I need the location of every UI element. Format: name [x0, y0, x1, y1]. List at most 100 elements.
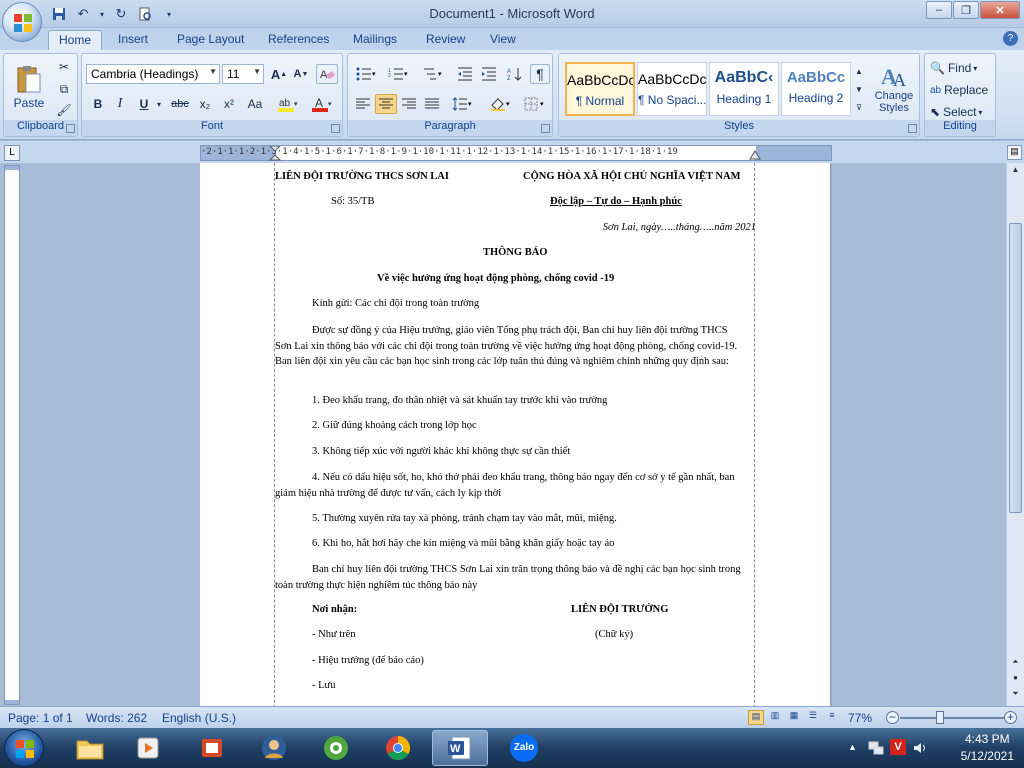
bullets-icon[interactable]: ▾ — [352, 64, 382, 84]
font-name-select[interactable]: Cambria (Headings) ▼ — [86, 64, 220, 84]
subscript-button[interactable]: x₂ — [194, 94, 216, 114]
indent-marker-icon[interactable] — [269, 146, 281, 161]
grow-font-button[interactable]: A ▲ — [268, 64, 290, 84]
line-spacing-icon[interactable]: ▾ — [448, 94, 478, 114]
taskbar-powerpoint[interactable] — [184, 730, 240, 766]
clock[interactable]: 4:43 PM 5/12/2021 — [961, 731, 1014, 765]
full-screen-reading-icon[interactable]: ▥ — [767, 710, 783, 725]
next-page-icon[interactable]: ⏷ — [1008, 689, 1023, 703]
sort-icon[interactable]: AZ — [504, 64, 526, 84]
tab-home[interactable]: Home — [48, 30, 103, 50]
copy-icon[interactable]: ⧉ — [54, 79, 74, 99]
vertical-scrollbar[interactable]: ▲ ⏶ ● ⏷ — [1006, 163, 1024, 706]
taskbar-word[interactable]: W — [432, 730, 488, 766]
align-left-icon[interactable] — [352, 94, 374, 114]
underline-button[interactable]: U — [134, 94, 154, 114]
taskbar-media-player[interactable] — [120, 730, 176, 766]
font-size-select[interactable]: 11 ▼ — [222, 64, 264, 84]
tab-mailings[interactable]: Mailings — [343, 30, 407, 50]
scroll-up-icon[interactable]: ▲ — [1008, 165, 1023, 179]
cut-icon[interactable]: ✂ — [54, 57, 74, 77]
tab-insert[interactable]: Insert — [108, 30, 158, 50]
find-button[interactable]: 🔍 Find ▾ — [929, 58, 993, 78]
styles-scroll-up-icon[interactable]: ▲ — [853, 62, 865, 80]
style-heading-1[interactable]: AaBbC‹ Heading 1 — [709, 62, 779, 116]
language[interactable]: English (U.S.) — [162, 711, 236, 725]
text-area[interactable]: LIÊN ĐỘI TRƯỜNG THCS SƠN LAI CỘNG HÒA XÃ… — [274, 163, 756, 706]
decrease-indent-icon[interactable] — [454, 64, 476, 84]
zoom-slider[interactable] — [900, 717, 1004, 719]
styles-scroll-down-icon[interactable]: ▼ — [853, 80, 865, 98]
select-browse-object-icon[interactable]: ● — [1008, 673, 1023, 687]
taskbar-explorer[interactable] — [62, 730, 118, 766]
document-page[interactable]: LIÊN ĐỘI TRƯỜNG THCS SƠN LAI CỘNG HÒA XÃ… — [200, 163, 830, 706]
tab-references[interactable]: References — [258, 30, 339, 50]
print-layout-icon[interactable]: ▤ — [748, 710, 764, 725]
align-right-icon[interactable] — [398, 94, 420, 114]
zoom-out-icon[interactable]: − — [886, 711, 899, 724]
borders-icon[interactable]: ▾ — [520, 94, 550, 114]
zoom-slider-thumb[interactable] — [936, 711, 944, 724]
style-heading-2[interactable]: AaBbCc Heading 2 — [781, 62, 851, 116]
multilevel-list-icon[interactable]: ▾ — [418, 64, 448, 84]
view-ruler-icon[interactable]: ▤ — [1007, 145, 1022, 160]
network-icon[interactable] — [868, 740, 884, 756]
horizontal-ruler[interactable]: ·2·1·1·1·2·1·3·1·4·1·5·1·6·1·7·1·8·1·9·1… — [200, 145, 832, 161]
shading-icon[interactable]: ▾ — [486, 94, 516, 114]
volume-icon[interactable] — [912, 740, 928, 756]
office-button[interactable] — [2, 2, 42, 42]
tab-page-layout[interactable]: Page Layout — [167, 30, 254, 50]
bold-button[interactable]: B — [88, 94, 108, 114]
styles-launcher-icon[interactable] — [908, 124, 917, 133]
tab-selector[interactable]: L — [4, 145, 20, 161]
taskbar-user-app[interactable] — [246, 730, 302, 766]
show-formatting-button[interactable]: ¶ — [530, 64, 550, 84]
tab-view[interactable]: View — [480, 30, 526, 50]
web-layout-icon[interactable]: ▦ — [786, 710, 802, 725]
start-button[interactable] — [4, 729, 44, 767]
shrink-font-button[interactable]: A ▼ — [290, 64, 312, 84]
format-painter-icon[interactable]: 🖌 — [54, 100, 74, 120]
change-styles-button[interactable]: AA Change Styles — [869, 56, 919, 118]
minimize-button[interactable]: – — [926, 1, 952, 19]
justify-icon[interactable] — [421, 94, 443, 114]
maximize-button[interactable]: ❐ — [953, 1, 979, 19]
previous-page-icon[interactable]: ⏶ — [1008, 657, 1023, 671]
underline-dropdown-icon[interactable]: ▾ — [154, 94, 164, 114]
antivirus-icon[interactable]: V — [890, 739, 906, 755]
clipboard-launcher-icon[interactable] — [66, 124, 75, 133]
paste-button[interactable]: Paste — [8, 56, 50, 118]
word-count[interactable]: Words: 262 — [86, 711, 147, 725]
taskbar-cococ[interactable] — [308, 730, 364, 766]
style-no-spacing[interactable]: AaBbCcDc ¶ No Spaci... — [637, 62, 707, 116]
styles-more-icon[interactable]: ⊽ — [853, 98, 865, 116]
replace-button[interactable]: ab Replace — [929, 80, 995, 100]
taskbar-chrome[interactable] — [370, 730, 426, 766]
numbering-icon[interactable]: 1 2 ▾ — [384, 64, 414, 84]
zoom-level[interactable]: 77% — [848, 711, 872, 725]
increase-indent-icon[interactable] — [478, 64, 500, 84]
superscript-button[interactable]: x² — [218, 94, 240, 114]
select-button[interactable]: ⬉ Select ▾ — [929, 102, 993, 122]
scrollbar-thumb[interactable] — [1009, 223, 1022, 513]
paragraph-launcher-icon[interactable] — [541, 124, 550, 133]
draft-icon[interactable]: ≡ — [824, 710, 840, 725]
align-center-icon[interactable] — [375, 94, 397, 114]
font-launcher-icon[interactable] — [331, 124, 340, 133]
clear-formatting-icon[interactable]: A — [316, 64, 338, 84]
tab-review[interactable]: Review — [416, 30, 475, 50]
style-normal[interactable]: AaBbCcDc ¶ Normal — [565, 62, 635, 116]
highlight-icon[interactable]: ab ▾ — [274, 94, 304, 114]
italic-button[interactable]: I — [110, 94, 130, 114]
zoom-in-icon[interactable]: + — [1004, 711, 1017, 724]
page-count[interactable]: Page: 1 of 1 — [8, 711, 73, 725]
show-hidden-icons-icon[interactable]: ▲ — [848, 742, 857, 752]
close-button[interactable]: ✕ — [980, 1, 1020, 19]
outline-icon[interactable]: ☰ — [805, 710, 821, 725]
right-indent-marker-icon[interactable] — [749, 149, 761, 161]
help-icon[interactable]: ? — [1003, 31, 1018, 46]
strikethrough-button[interactable]: abc — [168, 94, 192, 114]
change-case-button[interactable]: Aa — [242, 94, 268, 114]
font-color-icon[interactable]: A ▾ — [308, 94, 338, 114]
taskbar-zalo[interactable]: Zalo — [496, 730, 552, 766]
